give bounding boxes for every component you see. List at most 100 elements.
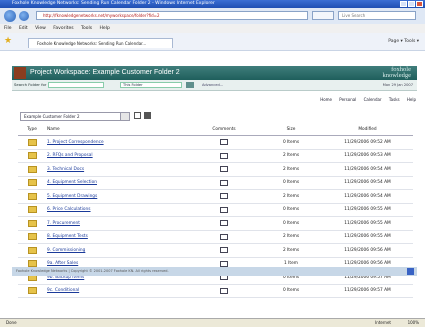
menu-view[interactable]: View <box>35 26 46 31</box>
cell-name[interactable]: 2. RFQs and Proposal <box>46 149 188 163</box>
cell-size: 0 Items <box>260 203 322 217</box>
browser-tab[interactable]: Foxhole Knowledge Networks: Sending Run … <box>28 38 173 48</box>
cell-type <box>18 243 46 258</box>
folder-icon <box>27 287 37 295</box>
cell-comments <box>188 176 260 190</box>
link-calendar[interactable]: Calendar <box>364 97 382 102</box>
chevron-down-icon <box>120 113 129 120</box>
folder-link[interactable]: 2. RFQs and Proposal <box>47 153 93 158</box>
comment-icon[interactable] <box>220 166 228 172</box>
cell-size: 2 Items <box>260 243 322 258</box>
minimize-button[interactable] <box>400 1 407 7</box>
app-logo-icon <box>14 67 26 79</box>
close-button[interactable] <box>416 1 423 7</box>
cell-name[interactable]: 9c. Conditional <box>46 284 188 298</box>
folder-link[interactable]: 3. Technical Docs <box>47 167 84 172</box>
link-personal[interactable]: Personal <box>339 97 356 102</box>
search-scope-select[interactable]: This Folder <box>120 82 182 88</box>
col-size[interactable]: Size <box>260 124 322 136</box>
table-row[interactable]: 9c. Conditional 0 Items 11/29/2006 09:57 A… <box>18 284 413 298</box>
folder-link[interactable]: 8. Equipment Tests <box>47 234 88 239</box>
menu-tools[interactable]: Tools <box>81 26 92 31</box>
brand-line-2: knowledge <box>382 72 411 79</box>
cell-comments <box>188 135 260 150</box>
col-modified[interactable]: Modified <box>322 124 413 136</box>
cell-type <box>18 162 46 177</box>
cell-name[interactable]: 6. Price Calculations <box>46 203 188 217</box>
current-date: Mon 29 Jan 2007 <box>382 83 413 87</box>
folder-search-input[interactable] <box>48 82 104 88</box>
comment-icon[interactable] <box>220 206 228 213</box>
cell-type <box>18 149 46 163</box>
back-icon[interactable] <box>4 10 16 22</box>
new-folder-icon[interactable] <box>144 112 151 119</box>
link-tasks[interactable]: Tasks <box>389 97 400 102</box>
comment-icon[interactable] <box>220 233 228 240</box>
comment-icon[interactable] <box>220 179 228 186</box>
cell-size: 0 Items <box>260 135 322 150</box>
cell-name[interactable]: 9. Commissioning <box>46 243 188 258</box>
maximize-button[interactable] <box>408 1 415 7</box>
up-folder-icon[interactable] <box>134 112 141 119</box>
folder-icon <box>27 179 37 187</box>
comment-icon[interactable] <box>220 152 228 159</box>
comment-icon[interactable] <box>220 247 228 253</box>
col-type[interactable]: Type <box>18 124 46 136</box>
menu-edit[interactable]: Edit <box>19 26 28 31</box>
table-row[interactable]: 9. Commissioning 2 Items 11/29/2006 09:56 … <box>18 243 413 258</box>
cell-name[interactable]: 5. Equipment Drawings <box>46 189 188 204</box>
folder-link[interactable]: 6. Price Calculations <box>47 207 91 212</box>
folder-link[interactable]: 9a. After Sales <box>47 261 78 266</box>
table-row[interactable]: 2. RFQs and Proposal 2 Items 11/29/2006 09… <box>18 149 413 163</box>
table-row[interactable]: 6. Price Calculations 0 Items 11/29/2006 0… <box>18 203 413 217</box>
comment-icon[interactable] <box>220 220 228 226</box>
browser-title-bar: Foxhole Knowledge Networks: Sending Run … <box>0 0 425 8</box>
status-text: Done <box>6 320 17 325</box>
address-bar[interactable]: http://fknowledgenetworks.net/myworkspac… <box>36 11 308 20</box>
comment-icon[interactable] <box>220 287 228 294</box>
table-row[interactable]: 1. Project Correspondence 0 Items 11/29/20… <box>18 135 413 150</box>
link-home[interactable]: Home <box>320 97 332 102</box>
comment-icon[interactable] <box>220 139 228 145</box>
folder-link[interactable]: 9. Commissioning <box>47 248 85 253</box>
comment-icon[interactable] <box>220 193 228 199</box>
col-name[interactable]: Name <box>46 124 188 136</box>
menu-favorites[interactable]: Favorites <box>53 26 73 31</box>
refresh-button[interactable] <box>312 11 334 20</box>
search-go-button[interactable] <box>186 82 194 88</box>
table-row[interactable]: 8. Equipment Tests 2 Items 11/29/2006 09:5… <box>18 230 413 244</box>
folder-select-value: Example Customer Folder 2 <box>24 114 80 119</box>
cell-name[interactable]: 7. Procurement <box>46 216 188 231</box>
menu-help[interactable]: Help <box>100 26 110 31</box>
link-help[interactable]: Help <box>407 97 416 102</box>
cell-modified: 11/29/2006 09:52 AM <box>322 135 413 150</box>
cell-type <box>18 203 46 217</box>
table-row[interactable]: 4. Equipment Selection 0 Items 11/29/2006 … <box>18 176 413 190</box>
folder-link[interactable]: 4. Equipment Selection <box>47 180 97 185</box>
cell-type <box>18 216 46 231</box>
menu-file[interactable]: File <box>0 26 12 31</box>
cell-comments <box>188 203 260 217</box>
cell-name[interactable]: 3. Technical Docs <box>46 162 188 177</box>
command-bar[interactable]: Page ▾ Tools ▾ <box>388 37 419 46</box>
folder-link[interactable]: 7. Procurement <box>47 221 80 226</box>
cell-comments <box>188 149 260 163</box>
search-input[interactable]: Live Search <box>338 11 416 20</box>
cell-modified: 11/29/2006 09:54 AM <box>322 176 413 190</box>
table-row[interactable]: 3. Technical Docs 2 Items 11/29/2006 09:54… <box>18 162 413 177</box>
folder-link[interactable]: 1. Project Correspondence <box>47 140 104 145</box>
favorites-star-icon[interactable]: ★ <box>4 36 14 46</box>
table-row[interactable]: 5. Equipment Drawings 2 Items 11/29/2006 0… <box>18 189 413 204</box>
folder-icon <box>27 219 37 227</box>
comment-icon[interactable] <box>220 260 228 267</box>
folder-link[interactable]: 5. Equipment Drawings <box>47 194 97 199</box>
folder-link[interactable]: 9c. Conditional <box>47 288 79 293</box>
cell-name[interactable]: 1. Project Correspondence <box>46 135 188 150</box>
forward-icon[interactable] <box>19 11 29 21</box>
cell-name[interactable]: 8. Equipment Tests <box>46 230 188 244</box>
cell-name[interactable]: 4. Equipment Selection <box>46 176 188 190</box>
folder-select[interactable]: Example Customer Folder 2 <box>20 112 130 121</box>
help-icon[interactable] <box>407 268 414 275</box>
advanced-search-link[interactable]: Advanced... <box>202 80 223 90</box>
table-row[interactable]: 7. Procurement 0 Items 11/29/2006 09:55 AM <box>18 216 413 231</box>
